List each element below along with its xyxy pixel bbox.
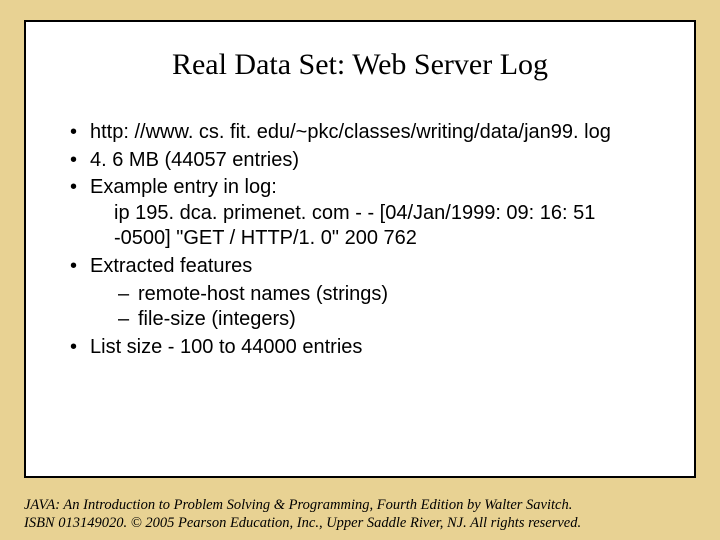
footer-line-2: ISBN 013149020. © 2005 Pearson Education… (24, 515, 581, 531)
slide-title: Real Data Set: Web Server Log (66, 48, 654, 82)
sub-list: remote-host names (strings) file-size (i… (90, 282, 654, 333)
bullet-example: Example entry in log: ip 195. dca. prime… (66, 175, 654, 252)
bullet-features: Extracted features remote-host names (st… (66, 254, 654, 333)
footer-line-1: JAVA: An Introduction to Problem Solving… (24, 497, 572, 513)
bullet-example-label: Example entry in log: (90, 176, 277, 198)
bullet-size: 4. 6 MB (44057 entries) (66, 148, 654, 174)
sub-file-size: file-size (integers) (118, 307, 654, 333)
bullet-features-label: Extracted features (90, 255, 252, 277)
slide-body: Real Data Set: Web Server Log http: //ww… (24, 20, 696, 478)
bullet-url: http: //www. cs. fit. edu/~pkc/classes/w… (66, 120, 654, 146)
bullet-list: http: //www. cs. fit. edu/~pkc/classes/w… (66, 120, 654, 360)
sub-remote-host: remote-host names (strings) (118, 282, 654, 308)
bullet-list-size: List size - 100 to 44000 entries (66, 335, 654, 361)
bullet-example-detail: ip 195. dca. primenet. com - - [04/Jan/1… (90, 201, 654, 252)
slide-footer: JAVA: An Introduction to Problem Solving… (24, 496, 696, 532)
slide-container: Real Data Set: Web Server Log http: //ww… (0, 0, 720, 540)
